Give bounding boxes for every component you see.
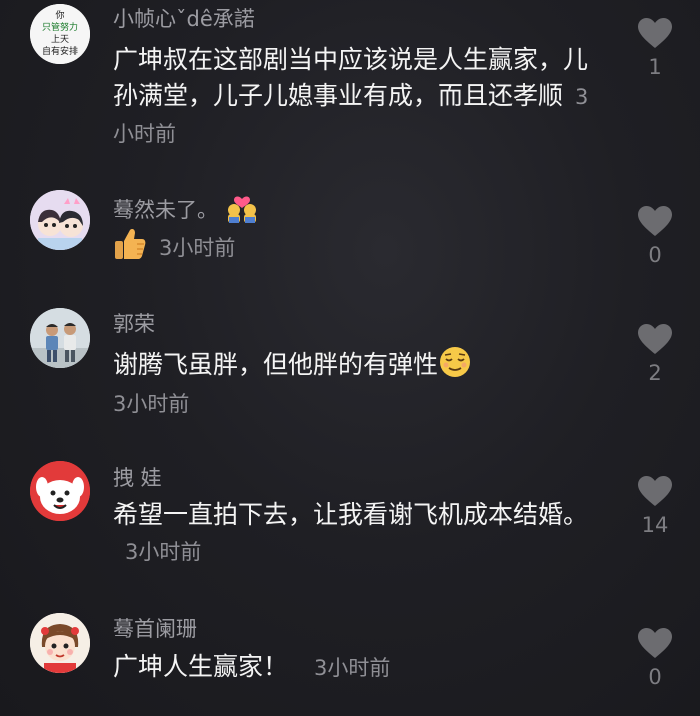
comment-item: 蓦首阑珊 广坤人生赢家！ 3小时前 0 — [0, 605, 700, 716]
like-count: 14 — [641, 513, 669, 537]
comment-username[interactable]: 蓦然未了。 — [113, 195, 259, 223]
heart-icon — [638, 324, 672, 354]
comment-time: 3小时前 — [159, 236, 236, 260]
avatar[interactable] — [30, 190, 90, 250]
avatar-text-line: 你 — [55, 9, 64, 21]
like-button[interactable]: 0 — [634, 627, 676, 689]
comment-text: 谢腾飞虽胖，但他胖的有弹性 — [113, 345, 603, 383]
text-badge-avatar-icon: 你 只管努力 上天 自有安排 — [30, 4, 90, 64]
thumbs-up-emoji-icon — [115, 229, 146, 259]
avatar-text-line: 只管努力 — [42, 21, 78, 33]
heart-icon — [638, 206, 672, 236]
comment-body: 广坤人生赢家！ — [113, 652, 289, 681]
comment-username[interactable]: 郭荣 — [113, 311, 155, 337]
comment-username[interactable]: 小帧心ˇdê承諾 — [113, 6, 255, 32]
like-button[interactable]: 1 — [634, 17, 676, 79]
comment-time: 3小时前 — [125, 540, 202, 564]
comment-body: 谢腾飞虽胖，但他胖的有弹性 — [113, 350, 439, 379]
like-button[interactable]: 0 — [634, 205, 676, 267]
avatar[interactable]: 你 只管努力 上天 自有安排 — [30, 4, 90, 64]
comment-username[interactable]: 拽 娃 — [113, 465, 162, 491]
comment-time: 3小时前 — [113, 392, 190, 416]
avatar-text-line: 自有安排 — [42, 45, 78, 57]
like-button[interactable]: 2 — [634, 323, 676, 385]
comment-time: 3小时前 — [314, 656, 391, 680]
comment-item: 拽 娃 希望一直拍下去，让我看谢飞机成本结婚。 3小时前 14 — [0, 455, 700, 585]
two-boys-photo-avatar-icon — [30, 308, 90, 368]
comment-item: 蓦然未了。 3小时前 0 — [0, 185, 700, 295]
avatar[interactable] — [30, 308, 90, 368]
username-text: 蓦然未了。 — [113, 198, 218, 222]
comment-item: 你 只管努力 上天 自有安排 小帧心ˇdê承諾 广坤叔在这部剧当中应该说是人生赢… — [0, 0, 700, 160]
heart-icon — [638, 18, 672, 48]
white-dog-mascot-avatar-icon — [30, 461, 90, 521]
like-count: 2 — [648, 361, 662, 385]
couple-emoji-icon — [227, 196, 256, 223]
cartoon-girl-avatar-icon — [30, 613, 90, 673]
like-count: 0 — [648, 243, 662, 267]
comment-body: 希望一直拍下去，让我看谢飞机成本结婚。 — [113, 500, 589, 529]
like-count: 1 — [648, 55, 662, 79]
avatar-text-line: 上天 — [51, 34, 69, 45]
comment-text: 希望一直拍下去，让我看谢飞机成本结婚。 3小时前 — [113, 497, 603, 570]
cartoon-couple-avatar-icon — [30, 190, 90, 250]
avatar[interactable] — [30, 461, 90, 521]
heart-icon — [638, 476, 672, 506]
comment-item: 郭荣 谢腾飞虽胖，但他胖的有弹性 3小时前 2 — [0, 305, 700, 435]
like-count: 0 — [648, 665, 662, 689]
comment-text: 广坤人生赢家！ 3小时前 — [113, 649, 603, 686]
relieved-face-emoji-icon — [440, 347, 471, 377]
like-button[interactable]: 14 — [634, 475, 676, 537]
avatar[interactable] — [30, 613, 90, 673]
comment-text: 广坤叔在这部剧当中应该说是人生赢家，儿孙满堂，儿子儿媳事业有成，而且还孝顺 3小时… — [113, 42, 603, 152]
comment-username[interactable]: 蓦首阑珊 — [113, 616, 197, 642]
comment-text: 3小时前 — [113, 227, 603, 266]
comment-body: 广坤叔在这部剧当中应该说是人生赢家，儿孙满堂，儿子儿媳事业有成，而且还孝顺 — [113, 45, 589, 110]
heart-icon — [638, 628, 672, 658]
